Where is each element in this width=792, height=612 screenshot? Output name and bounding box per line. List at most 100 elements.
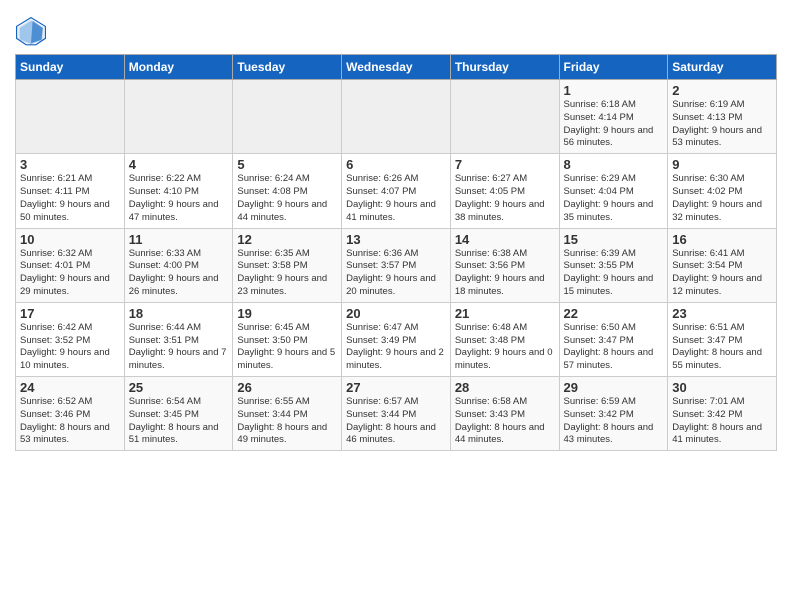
calendar-cell: 9Sunrise: 6:30 AM Sunset: 4:02 PM Daylig… (668, 154, 777, 228)
day-number: 27 (346, 380, 446, 395)
day-number: 12 (237, 232, 337, 247)
day-number: 14 (455, 232, 555, 247)
calendar-cell (16, 80, 125, 154)
calendar-cell: 30Sunrise: 7:01 AM Sunset: 3:42 PM Dayli… (668, 377, 777, 451)
day-number: 7 (455, 157, 555, 172)
calendar-cell: 4Sunrise: 6:22 AM Sunset: 4:10 PM Daylig… (124, 154, 233, 228)
day-info: Sunrise: 6:21 AM Sunset: 4:11 PM Dayligh… (20, 173, 120, 224)
calendar-week-row: 1Sunrise: 6:18 AM Sunset: 4:14 PM Daylig… (16, 80, 777, 154)
calendar-cell: 12Sunrise: 6:35 AM Sunset: 3:58 PM Dayli… (233, 228, 342, 302)
calendar-cell: 18Sunrise: 6:44 AM Sunset: 3:51 PM Dayli… (124, 302, 233, 376)
day-info: Sunrise: 6:52 AM Sunset: 3:46 PM Dayligh… (20, 396, 120, 447)
day-number: 17 (20, 306, 120, 321)
day-info: Sunrise: 7:01 AM Sunset: 3:42 PM Dayligh… (672, 396, 772, 447)
day-info: Sunrise: 6:26 AM Sunset: 4:07 PM Dayligh… (346, 173, 446, 224)
calendar-cell: 21Sunrise: 6:48 AM Sunset: 3:48 PM Dayli… (450, 302, 559, 376)
day-info: Sunrise: 6:22 AM Sunset: 4:10 PM Dayligh… (129, 173, 229, 224)
calendar-cell: 3Sunrise: 6:21 AM Sunset: 4:11 PM Daylig… (16, 154, 125, 228)
day-info: Sunrise: 6:19 AM Sunset: 4:13 PM Dayligh… (672, 99, 772, 150)
day-info: Sunrise: 6:44 AM Sunset: 3:51 PM Dayligh… (129, 322, 229, 373)
logo-icon (15, 16, 47, 48)
calendar-cell: 17Sunrise: 6:42 AM Sunset: 3:52 PM Dayli… (16, 302, 125, 376)
day-number: 2 (672, 83, 772, 98)
day-number: 5 (237, 157, 337, 172)
day-number: 13 (346, 232, 446, 247)
calendar-cell: 13Sunrise: 6:36 AM Sunset: 3:57 PM Dayli… (342, 228, 451, 302)
day-info: Sunrise: 6:30 AM Sunset: 4:02 PM Dayligh… (672, 173, 772, 224)
weekday-header-wednesday: Wednesday (342, 55, 451, 80)
day-number: 25 (129, 380, 229, 395)
day-number: 29 (564, 380, 664, 395)
weekday-header-thursday: Thursday (450, 55, 559, 80)
calendar-cell: 20Sunrise: 6:47 AM Sunset: 3:49 PM Dayli… (342, 302, 451, 376)
calendar-cell (233, 80, 342, 154)
day-number: 1 (564, 83, 664, 98)
day-info: Sunrise: 6:27 AM Sunset: 4:05 PM Dayligh… (455, 173, 555, 224)
day-number: 8 (564, 157, 664, 172)
day-number: 20 (346, 306, 446, 321)
day-number: 18 (129, 306, 229, 321)
calendar-cell: 22Sunrise: 6:50 AM Sunset: 3:47 PM Dayli… (559, 302, 668, 376)
logo-area (15, 16, 51, 48)
day-info: Sunrise: 6:47 AM Sunset: 3:49 PM Dayligh… (346, 322, 446, 373)
day-number: 6 (346, 157, 446, 172)
day-info: Sunrise: 6:51 AM Sunset: 3:47 PM Dayligh… (672, 322, 772, 373)
calendar-cell: 25Sunrise: 6:54 AM Sunset: 3:45 PM Dayli… (124, 377, 233, 451)
day-number: 3 (20, 157, 120, 172)
day-number: 24 (20, 380, 120, 395)
day-info: Sunrise: 6:55 AM Sunset: 3:44 PM Dayligh… (237, 396, 337, 447)
day-info: Sunrise: 6:58 AM Sunset: 3:43 PM Dayligh… (455, 396, 555, 447)
calendar: SundayMondayTuesdayWednesdayThursdayFrid… (15, 54, 777, 451)
day-info: Sunrise: 6:48 AM Sunset: 3:48 PM Dayligh… (455, 322, 555, 373)
calendar-week-row: 10Sunrise: 6:32 AM Sunset: 4:01 PM Dayli… (16, 228, 777, 302)
weekday-header-saturday: Saturday (668, 55, 777, 80)
calendar-cell: 28Sunrise: 6:58 AM Sunset: 3:43 PM Dayli… (450, 377, 559, 451)
calendar-week-row: 24Sunrise: 6:52 AM Sunset: 3:46 PM Dayli… (16, 377, 777, 451)
day-number: 26 (237, 380, 337, 395)
calendar-cell: 27Sunrise: 6:57 AM Sunset: 3:44 PM Dayli… (342, 377, 451, 451)
day-number: 28 (455, 380, 555, 395)
calendar-cell: 10Sunrise: 6:32 AM Sunset: 4:01 PM Dayli… (16, 228, 125, 302)
calendar-cell: 29Sunrise: 6:59 AM Sunset: 3:42 PM Dayli… (559, 377, 668, 451)
day-info: Sunrise: 6:38 AM Sunset: 3:56 PM Dayligh… (455, 248, 555, 299)
day-number: 15 (564, 232, 664, 247)
calendar-week-row: 3Sunrise: 6:21 AM Sunset: 4:11 PM Daylig… (16, 154, 777, 228)
day-number: 30 (672, 380, 772, 395)
day-info: Sunrise: 6:57 AM Sunset: 3:44 PM Dayligh… (346, 396, 446, 447)
calendar-cell: 24Sunrise: 6:52 AM Sunset: 3:46 PM Dayli… (16, 377, 125, 451)
calendar-cell: 15Sunrise: 6:39 AM Sunset: 3:55 PM Dayli… (559, 228, 668, 302)
weekday-header-friday: Friday (559, 55, 668, 80)
day-number: 19 (237, 306, 337, 321)
calendar-week-row: 17Sunrise: 6:42 AM Sunset: 3:52 PM Dayli… (16, 302, 777, 376)
day-number: 11 (129, 232, 229, 247)
day-info: Sunrise: 6:42 AM Sunset: 3:52 PM Dayligh… (20, 322, 120, 373)
calendar-cell: 26Sunrise: 6:55 AM Sunset: 3:44 PM Dayli… (233, 377, 342, 451)
day-info: Sunrise: 6:32 AM Sunset: 4:01 PM Dayligh… (20, 248, 120, 299)
day-info: Sunrise: 6:35 AM Sunset: 3:58 PM Dayligh… (237, 248, 337, 299)
weekday-header-row: SundayMondayTuesdayWednesdayThursdayFrid… (16, 55, 777, 80)
calendar-cell: 7Sunrise: 6:27 AM Sunset: 4:05 PM Daylig… (450, 154, 559, 228)
calendar-cell: 5Sunrise: 6:24 AM Sunset: 4:08 PM Daylig… (233, 154, 342, 228)
calendar-cell (450, 80, 559, 154)
weekday-header-monday: Monday (124, 55, 233, 80)
day-number: 22 (564, 306, 664, 321)
day-info: Sunrise: 6:59 AM Sunset: 3:42 PM Dayligh… (564, 396, 664, 447)
calendar-cell: 23Sunrise: 6:51 AM Sunset: 3:47 PM Dayli… (668, 302, 777, 376)
day-number: 16 (672, 232, 772, 247)
weekday-header-tuesday: Tuesday (233, 55, 342, 80)
day-info: Sunrise: 6:39 AM Sunset: 3:55 PM Dayligh… (564, 248, 664, 299)
calendar-cell (124, 80, 233, 154)
day-info: Sunrise: 6:54 AM Sunset: 3:45 PM Dayligh… (129, 396, 229, 447)
calendar-cell: 14Sunrise: 6:38 AM Sunset: 3:56 PM Dayli… (450, 228, 559, 302)
header (15, 10, 777, 48)
day-info: Sunrise: 6:45 AM Sunset: 3:50 PM Dayligh… (237, 322, 337, 373)
calendar-cell: 6Sunrise: 6:26 AM Sunset: 4:07 PM Daylig… (342, 154, 451, 228)
day-info: Sunrise: 6:29 AM Sunset: 4:04 PM Dayligh… (564, 173, 664, 224)
calendar-cell: 2Sunrise: 6:19 AM Sunset: 4:13 PM Daylig… (668, 80, 777, 154)
calendar-cell: 11Sunrise: 6:33 AM Sunset: 4:00 PM Dayli… (124, 228, 233, 302)
day-number: 23 (672, 306, 772, 321)
day-info: Sunrise: 6:50 AM Sunset: 3:47 PM Dayligh… (564, 322, 664, 373)
calendar-cell: 1Sunrise: 6:18 AM Sunset: 4:14 PM Daylig… (559, 80, 668, 154)
day-number: 4 (129, 157, 229, 172)
day-number: 9 (672, 157, 772, 172)
